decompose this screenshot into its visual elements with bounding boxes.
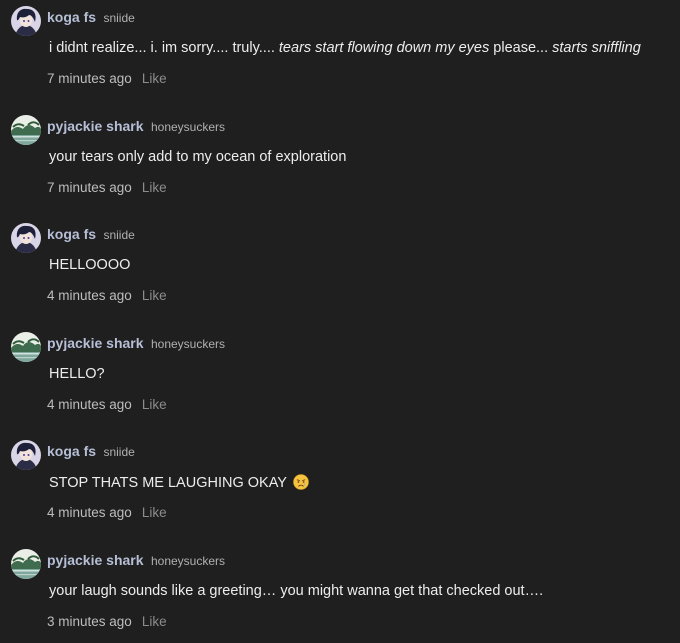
comment: koga fs sniide HELLOOOO 4 minutes ago Lik… [0, 217, 680, 317]
comment-text-action: starts sniffling [552, 40, 641, 56]
like-button[interactable]: Like [142, 71, 167, 86]
avatar[interactable] [11, 6, 41, 36]
anime-boy-avatar-icon [11, 440, 41, 470]
comment-text-action: tears start flowing down my eyes [278, 40, 490, 56]
comment-meta: 4 minutes ago Like [47, 288, 167, 303]
comment-header: pyjackie shark honeysuckers [47, 335, 225, 353]
username[interactable]: pyjackie shark [47, 552, 144, 568]
comment: koga fs sniide STOP THATS ME LAUGHING OK… [0, 434, 680, 534]
timestamp[interactable]: 4 minutes ago [47, 397, 132, 412]
username[interactable]: pyjackie shark [47, 118, 144, 134]
comment-header: pyjackie shark honeysuckers [47, 552, 225, 570]
comment-thread: koga fs sniide i didnt realize... i. im … [0, 0, 680, 635]
user-handle[interactable]: honeysuckers [151, 337, 225, 351]
comment-meta: 4 minutes ago Like [47, 505, 167, 520]
comment-text: HELLO? [49, 366, 105, 382]
crying-face-emoji-icon [292, 474, 309, 490]
user-handle[interactable]: sniide [103, 11, 134, 25]
comment: koga fs sniide i didnt realize... i. im … [0, 0, 680, 100]
comment-text-plain: STOP THATS ME LAUGHING OKAY [49, 475, 291, 491]
landscape-avatar-icon [11, 332, 41, 362]
user-handle[interactable]: honeysuckers [151, 554, 225, 568]
comment-header: pyjackie shark honeysuckers [47, 118, 225, 136]
comment-meta: 4 minutes ago Like [47, 397, 167, 412]
anime-boy-avatar-icon [11, 6, 41, 36]
comment-meta: 3 minutes ago Like [47, 614, 167, 629]
like-button[interactable]: Like [142, 505, 167, 520]
comment: pyjackie shark honeysuckers your tears o… [0, 109, 680, 209]
comment: pyjackie shark honeysuckers your laugh s… [0, 543, 680, 643]
comment-text-plain: i didnt realize... i. im sorry.... truly… [49, 40, 279, 56]
avatar[interactable] [11, 332, 41, 362]
comment-header: koga fs sniide [47, 443, 135, 461]
user-handle[interactable]: sniide [103, 445, 134, 459]
avatar[interactable] [11, 440, 41, 470]
username[interactable]: koga fs [47, 226, 96, 242]
comment-text: STOP THATS ME LAUGHING OKAY [49, 474, 309, 491]
comment-meta: 7 minutes ago Like [47, 71, 167, 86]
username[interactable]: koga fs [47, 9, 96, 25]
like-button[interactable]: Like [142, 614, 167, 629]
user-handle[interactable]: sniide [103, 228, 134, 242]
comment-text: HELLOOOO [49, 257, 131, 273]
username[interactable]: pyjackie shark [47, 335, 144, 351]
like-button[interactable]: Like [142, 288, 167, 303]
comment-text-plain: please... [489, 40, 553, 56]
comment: pyjackie shark honeysuckers HELLO? 4 min… [0, 326, 680, 426]
avatar[interactable] [11, 549, 41, 579]
anime-boy-avatar-icon [11, 223, 41, 253]
comment-text: your tears only add to my ocean of explo… [49, 149, 347, 165]
timestamp[interactable]: 7 minutes ago [47, 71, 132, 86]
timestamp[interactable]: 7 minutes ago [47, 180, 132, 195]
like-button[interactable]: Like [142, 397, 167, 412]
like-button[interactable]: Like [142, 180, 167, 195]
comment-header: koga fs sniide [47, 9, 135, 27]
timestamp[interactable]: 4 minutes ago [47, 288, 132, 303]
comment-header: koga fs sniide [47, 226, 135, 244]
timestamp[interactable]: 3 minutes ago [47, 614, 132, 629]
comment-text: your laugh sounds like a greeting… you m… [49, 583, 544, 599]
avatar[interactable] [11, 115, 41, 145]
landscape-avatar-icon [11, 549, 41, 579]
username[interactable]: koga fs [47, 443, 96, 459]
landscape-avatar-icon [11, 115, 41, 145]
avatar[interactable] [11, 223, 41, 253]
comment-text: i didnt realize... i. im sorry.... truly… [49, 40, 641, 56]
comment-meta: 7 minutes ago Like [47, 180, 167, 195]
user-handle[interactable]: honeysuckers [151, 120, 225, 134]
timestamp[interactable]: 4 minutes ago [47, 505, 132, 520]
